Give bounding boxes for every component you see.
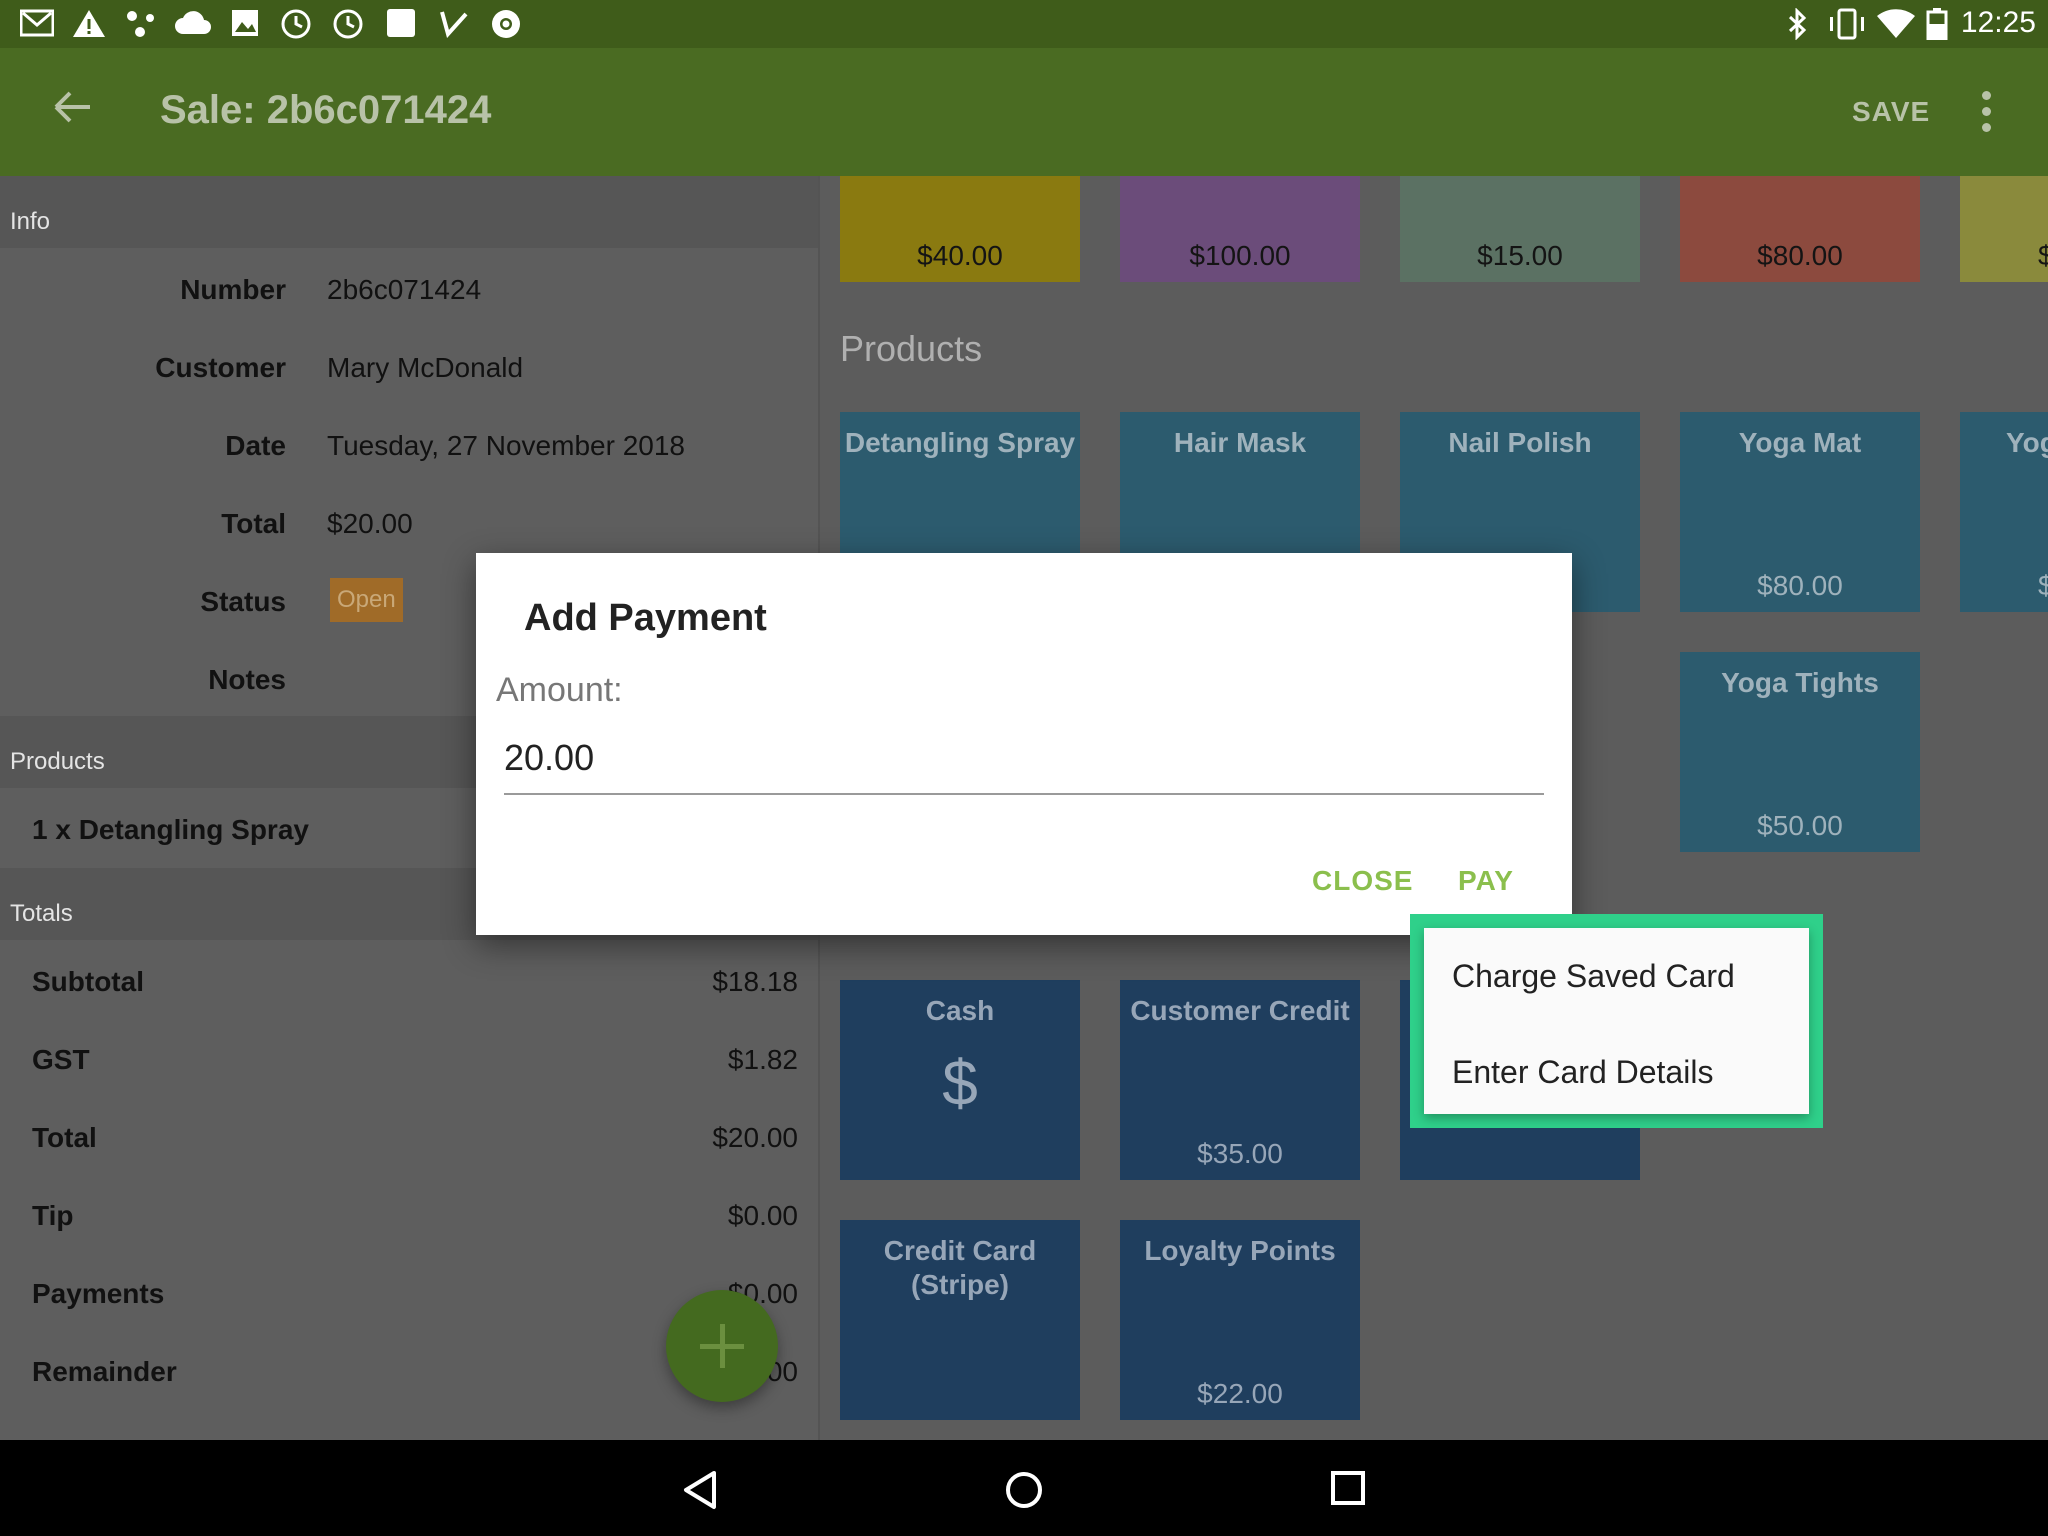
payment-tile-customer-credit[interactable]: Customer Credit $35.00 bbox=[1120, 980, 1360, 1180]
status-badge[interactable]: Open bbox=[330, 578, 403, 622]
tile-price: $ bbox=[2038, 570, 2048, 601]
tile-name: Yoga Mat bbox=[1738, 427, 1862, 458]
pay-options-menu: Charge Saved Card Enter Card Details bbox=[1424, 928, 1809, 1114]
products-grid-header: Products bbox=[840, 328, 983, 369]
gift-tile[interactable]: $80.00 bbox=[1680, 176, 1920, 282]
back-triangle-icon[interactable] bbox=[682, 1470, 718, 1510]
payment-tile-loyalty[interactable]: Loyalty Points $22.00 bbox=[1120, 1220, 1360, 1420]
customer-value[interactable]: Mary McDonald bbox=[327, 352, 523, 384]
product-line-item[interactable]: 1 x Detangling Spray bbox=[32, 814, 309, 846]
charge-saved-card-item[interactable]: Charge Saved Card bbox=[1452, 958, 1735, 995]
tile-price: $100.00 bbox=[1189, 240, 1291, 271]
cloud-icon bbox=[174, 8, 212, 45]
wifi-icon bbox=[1876, 8, 1916, 47]
check-icon bbox=[438, 8, 470, 45]
info-header: Info bbox=[0, 176, 818, 248]
save-button[interactable]: SAVE bbox=[1852, 96, 1930, 128]
payment-tile-cash[interactable]: Cash $ bbox=[840, 980, 1080, 1180]
tile-price: $50.00 bbox=[1757, 810, 1843, 841]
notes-label: Notes bbox=[208, 664, 286, 695]
subtotal-value: $18.18 bbox=[712, 966, 798, 997]
payment-tile-stripe[interactable]: Credit Card (Stripe) bbox=[840, 1220, 1080, 1420]
amount-input[interactable] bbox=[504, 731, 1544, 795]
image-icon bbox=[230, 8, 260, 45]
tip-value: $0.00 bbox=[727, 1200, 798, 1231]
gift-tile[interactable]: $100.00 bbox=[1120, 176, 1360, 282]
add-fab-button[interactable] bbox=[666, 1290, 778, 1402]
gst-value: $1.82 bbox=[727, 1044, 798, 1075]
enter-card-details-item[interactable]: Enter Card Details bbox=[1452, 1054, 1713, 1091]
dialog-title: Add Payment bbox=[524, 597, 767, 639]
tip-label: Tip bbox=[32, 1200, 74, 1231]
tile-name: Detangling Spray bbox=[844, 427, 1076, 458]
gst-label: GST bbox=[32, 1044, 90, 1075]
overflow-menu-icon[interactable] bbox=[1978, 88, 1994, 136]
clock-time: 12:25 bbox=[1960, 6, 2036, 39]
customer-label: Customer bbox=[155, 352, 286, 383]
product-tile[interactable]: Yog $ bbox=[1960, 412, 2048, 612]
tile-price: $35.00 bbox=[1197, 1138, 1283, 1169]
add-payment-dialog: Add Payment Amount: CLOSE PAY bbox=[476, 553, 1572, 935]
tile-price: $15.00 bbox=[1477, 240, 1563, 271]
system-nav-bar bbox=[0, 1440, 2048, 1536]
total-value: $20.00 bbox=[327, 508, 413, 539]
clock-icon bbox=[280, 8, 312, 47]
tile-price: $40.00 bbox=[917, 240, 1003, 271]
tile-price: $80.00 bbox=[1757, 240, 1843, 271]
payments-label: Payments bbox=[32, 1278, 165, 1309]
tile-name: Hair Mask bbox=[1173, 427, 1307, 458]
gift-tile[interactable]: $40.00 bbox=[840, 176, 1080, 282]
gift-tile[interactable]: $15.00 bbox=[1400, 176, 1640, 282]
status-label: Status bbox=[200, 586, 286, 617]
close-button[interactable]: CLOSE bbox=[1312, 865, 1413, 897]
tile-price: $ bbox=[2038, 240, 2048, 271]
recent-square-icon[interactable] bbox=[1330, 1470, 1366, 1506]
dollar-icon: $ bbox=[942, 1047, 978, 1119]
clock-icon bbox=[332, 8, 364, 47]
gift-tile[interactable]: $ bbox=[1960, 176, 2048, 282]
tile-name: Yoga Tights bbox=[1721, 667, 1879, 698]
tile-name: Customer Credit bbox=[1130, 995, 1350, 1026]
tile-name: Yog bbox=[2006, 427, 2048, 458]
product-tile[interactable]: Yoga Tights $50.00 bbox=[1680, 652, 1920, 852]
total-label: Total bbox=[221, 508, 286, 539]
tile-price: $22.00 bbox=[1197, 1378, 1283, 1409]
status-bar: 12:25 bbox=[0, 0, 2048, 48]
chrome-icon bbox=[490, 8, 522, 47]
square-icon bbox=[386, 8, 416, 45]
battery-icon bbox=[1926, 8, 1948, 47]
vibrate-icon bbox=[1828, 8, 1866, 47]
page-title: Sale: 2b6c071424 bbox=[160, 88, 492, 132]
back-arrow-icon[interactable] bbox=[50, 84, 96, 130]
app-toolbar: Sale: 2b6c071424 SAVE bbox=[0, 48, 2048, 176]
tile-price: $80.00 bbox=[1757, 570, 1843, 601]
bluetooth-icon bbox=[1786, 7, 1810, 47]
totals-total-label: Total bbox=[32, 1122, 97, 1153]
tile-name: Credit Card (Stripe) bbox=[883, 1235, 1037, 1300]
date-value[interactable]: Tuesday, 27 November 2018 bbox=[327, 430, 685, 462]
share-icon bbox=[124, 8, 158, 45]
number-label: Number bbox=[180, 274, 286, 305]
product-tile[interactable]: Yoga Mat $80.00 bbox=[1680, 412, 1920, 612]
totals-total-value: $20.00 bbox=[712, 1122, 798, 1153]
date-label: Date bbox=[225, 430, 286, 461]
warning-icon bbox=[72, 8, 106, 45]
pay-button[interactable]: PAY bbox=[1458, 865, 1514, 897]
amount-label: Amount: bbox=[496, 671, 623, 709]
tile-name: Cash bbox=[925, 995, 995, 1026]
subtotal-label: Subtotal bbox=[32, 966, 144, 997]
number-value: 2b6c071424 bbox=[327, 274, 482, 305]
home-circle-icon[interactable] bbox=[1004, 1470, 1044, 1510]
remainder-label: Remainder bbox=[32, 1356, 177, 1387]
tile-name: Loyalty Points bbox=[1144, 1235, 1336, 1266]
gmail-icon bbox=[19, 8, 55, 45]
tile-name: Nail Polish bbox=[1448, 427, 1592, 458]
